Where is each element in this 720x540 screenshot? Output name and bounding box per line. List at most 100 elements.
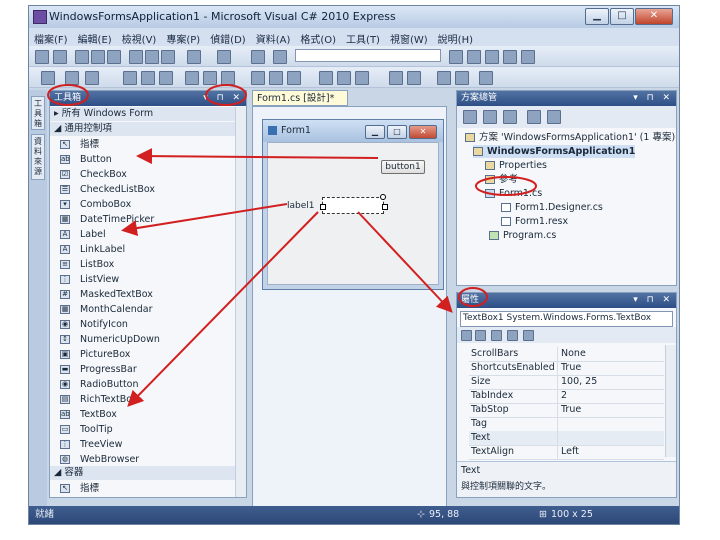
toolbox-item-listview[interactable]: ⋮ ListView (50, 272, 238, 287)
events-icon[interactable] (507, 330, 518, 341)
tree-form1-cs[interactable]: Form1.cs (485, 187, 542, 200)
toolbox-item-richtextbox[interactable]: ▤ RichTextBox (50, 392, 238, 407)
v-spacing-decrease-icon[interactable] (355, 71, 369, 85)
toolbox-item-listbox[interactable]: ≡ ListBox (50, 257, 238, 272)
v-spacing-equal-icon[interactable] (319, 71, 333, 85)
start-debug-icon[interactable] (251, 50, 265, 64)
send-to-back-icon[interactable] (455, 71, 469, 85)
toolbox-item-combobox[interactable]: ▾ ComboBox (50, 197, 238, 212)
h-spacing-decrease-icon[interactable] (287, 71, 301, 85)
toolbox-window-controls[interactable]: ▾ ⊓ ✕ (203, 91, 243, 106)
toolbox-item-指標[interactable]: ↖ 指標 (50, 137, 238, 152)
new-project-icon[interactable] (35, 50, 49, 64)
toolbox-item-label[interactable]: A Label (50, 227, 238, 242)
toolbox-scrollbar[interactable] (235, 107, 246, 497)
smart-tag-icon[interactable] (380, 194, 386, 200)
align-bottom-icon[interactable] (159, 71, 173, 85)
v-spacing-increase-icon[interactable] (337, 71, 351, 85)
tree-program-cs[interactable]: Program.cs (489, 229, 556, 242)
resize-handle-left[interactable] (320, 204, 326, 210)
property-row-textalign[interactable]: TextAlign Left (469, 445, 664, 460)
property-value[interactable]: 100, 25 (561, 375, 597, 389)
toolbox-item-radiobutton[interactable]: ◉ RadioButton (50, 377, 238, 392)
toolbox-group-common[interactable]: ◢ 通用控制項 (50, 122, 246, 136)
toolbox-item-numericupdown[interactable]: ↕ NumericUpDown (50, 332, 238, 347)
toolbox-item-maskedtextbox[interactable]: # MaskedTextBox (50, 287, 238, 302)
add-item-icon[interactable] (53, 50, 67, 64)
property-row-size[interactable]: Size 100, 25 (469, 375, 664, 390)
toolbox-item-checkedlistbox[interactable]: ☰ CheckedListBox (50, 182, 238, 197)
tab-order-icon[interactable] (479, 71, 493, 85)
view-designer-icon[interactable] (547, 110, 561, 124)
minimize-button[interactable]: ▁ (585, 8, 609, 25)
categorized-icon[interactable] (461, 330, 472, 341)
tree-form1-resx[interactable]: Form1.resx (501, 215, 568, 228)
save-all-icon[interactable] (107, 50, 121, 64)
tree-solution[interactable]: 方案 'WindowsFormsApplication1' (1 專案) (465, 131, 675, 144)
properties-scrollbar[interactable] (665, 345, 676, 457)
align-right-icon[interactable] (85, 71, 99, 85)
property-row-tabstop[interactable]: TabStop True (469, 403, 664, 418)
properties-window-controls[interactable]: ▾ ⊓ ✕ (633, 293, 673, 308)
form-button1[interactable]: button1 (381, 160, 425, 174)
paste-icon[interactable] (161, 50, 175, 64)
tab-toolbox[interactable]: 工具箱 (31, 96, 45, 130)
properties-view-icon[interactable] (491, 330, 502, 341)
search-combo[interactable] (295, 49, 441, 62)
copy-icon[interactable] (145, 50, 159, 64)
property-value[interactable]: True (561, 361, 581, 375)
align-middle-icon[interactable] (141, 71, 155, 85)
alphabetical-icon[interactable] (475, 330, 486, 341)
property-row-text[interactable]: Text (469, 431, 664, 446)
property-pages-icon[interactable] (523, 330, 534, 341)
toolbox-item-picturebox[interactable]: ▣ PictureBox (50, 347, 238, 362)
solution-explorer-icon[interactable] (467, 50, 481, 64)
property-row-scrollbars[interactable]: ScrollBars None (469, 347, 664, 362)
form1-minimize-button[interactable]: ▁ (365, 125, 385, 139)
cut-icon[interactable] (129, 50, 143, 64)
toolbox-item-monthcalendar[interactable]: ▦ MonthCalendar (50, 302, 238, 317)
toolbox-item-datetimepicker[interactable]: ▦ DateTimePicker (50, 212, 238, 227)
solution-window-controls[interactable]: ▾ ⊓ ✕ (633, 91, 673, 106)
toolbox-item[interactable]: ↖ 指標 (50, 481, 238, 496)
find-in-files-icon[interactable] (449, 50, 463, 64)
redo-icon[interactable] (217, 50, 231, 64)
align-center-icon[interactable] (65, 71, 79, 85)
form1-maximize-button[interactable]: □ (387, 125, 407, 139)
tab-form1-design[interactable]: Form1.cs [設計]* ✕ (252, 90, 348, 120)
properties-icon[interactable] (463, 110, 477, 124)
form-textbox1[interactable] (322, 197, 384, 214)
properties-window-icon[interactable] (485, 50, 499, 64)
property-row-shortcutsenabled[interactable]: ShortcutsEnabled True (469, 361, 664, 376)
property-value[interactable]: True (561, 403, 581, 417)
center-horizontally-icon[interactable] (389, 71, 403, 85)
toolbox-item-progressbar[interactable]: ▬ ProgressBar (50, 362, 238, 377)
same-width-icon[interactable] (185, 71, 199, 85)
same-size-icon[interactable] (221, 71, 235, 85)
form1-close-button[interactable]: ✕ (409, 125, 437, 139)
toolbox-item-notifyicon[interactable]: ◉ NotifyIcon (50, 317, 238, 332)
maximize-button[interactable]: □ (610, 8, 634, 25)
h-spacing-increase-icon[interactable] (269, 71, 283, 85)
refresh-icon[interactable] (503, 110, 517, 124)
toolbox-item-webbrowser[interactable]: ◍ WebBrowser (50, 452, 238, 467)
save-icon[interactable] (91, 50, 105, 64)
property-row-tabindex[interactable]: TabIndex 2 (469, 389, 664, 404)
toolbox-group-all[interactable]: ▸ 所有 Windows Form (50, 107, 246, 121)
show-all-files-icon[interactable] (483, 110, 497, 124)
tree-references[interactable]: 參考 (485, 173, 518, 186)
toolbox-item-button[interactable]: ab Button (50, 152, 238, 167)
same-height-icon[interactable] (203, 71, 217, 85)
tree-project[interactable]: WindowsFormsApplication1 (473, 145, 636, 158)
find-icon[interactable] (273, 50, 287, 64)
align-left-icon[interactable] (41, 71, 55, 85)
toolbox-item-textbox[interactable]: ab TextBox (50, 407, 238, 422)
object-browser-icon[interactable] (503, 50, 517, 64)
toolbox-group-container[interactable]: ◢ 容器 (50, 466, 246, 480)
property-value[interactable]: 2 (561, 389, 567, 403)
close-button[interactable]: ✕ (635, 8, 673, 25)
property-row-tag[interactable]: Tag (469, 417, 664, 432)
object-selector[interactable]: TextBox1 System.Windows.Forms.TextBox (460, 311, 673, 327)
toolbox-item-linklabel[interactable]: A LinkLabel (50, 242, 238, 257)
undo-icon[interactable] (187, 50, 201, 64)
